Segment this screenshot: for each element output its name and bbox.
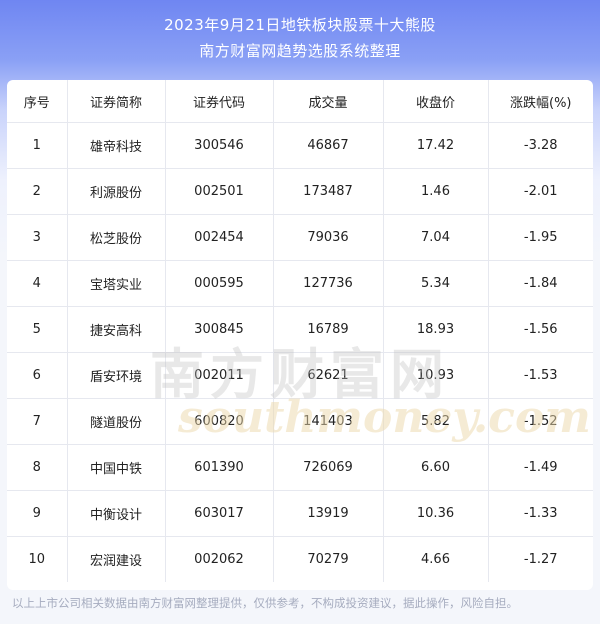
cell-volume: 16789	[273, 306, 384, 353]
cell-volume: 726069	[273, 444, 384, 491]
cell-change: -1.52	[488, 398, 593, 445]
cell-change: -1.95	[488, 214, 593, 261]
table-row: 4 宝塔实业 000595 127736 5.34 -1.84	[7, 260, 593, 307]
col-header-volume: 成交量	[273, 80, 384, 123]
cell-rank: 4	[7, 260, 68, 307]
cell-rank: 10	[7, 536, 68, 582]
stock-table-card: 序号 证券简称 证券代码 成交量 收盘价 涨跌幅(%) 1 雄帝科技 30054…	[7, 80, 593, 590]
cell-name: 中衡设计	[67, 490, 166, 537]
cell-volume: 62621	[273, 352, 384, 399]
col-header-name: 证券简称	[67, 80, 166, 123]
cell-volume: 70279	[273, 536, 384, 582]
cell-change: -3.28	[488, 122, 593, 169]
page-title: 2023年9月21日地铁板块股票十大熊股	[164, 16, 436, 34]
cell-code: 002454	[165, 214, 274, 261]
cell-rank: 9	[7, 490, 68, 537]
table-row: 1 雄帝科技 300546 46867 17.42 -3.28	[7, 122, 593, 169]
cell-rank: 3	[7, 214, 68, 261]
cell-change: -1.33	[488, 490, 593, 537]
stock-table: 序号 证券简称 证券代码 成交量 收盘价 涨跌幅(%) 1 雄帝科技 30054…	[7, 80, 593, 582]
cell-close: 5.34	[383, 260, 489, 307]
cell-volume: 127736	[273, 260, 384, 307]
cell-close: 4.66	[383, 536, 489, 582]
cell-code: 002011	[165, 352, 274, 399]
cell-rank: 6	[7, 352, 68, 399]
page-header: 2023年9月21日地铁板块股票十大熊股 南方财富网趋势选股系统整理	[0, 0, 600, 80]
footer-disclaimer: 以上上市公司相关数据由南方财富网整理提供，仅供参考，不构成投资建议，据此操作，风…	[12, 596, 518, 610]
cell-rank: 5	[7, 306, 68, 353]
cell-code: 601390	[165, 444, 274, 491]
cell-code: 002062	[165, 536, 274, 582]
cell-change: -1.27	[523, 552, 558, 567]
col-header-code: 证券代码	[165, 80, 274, 123]
page-subtitle: 南方财富网趋势选股系统整理	[199, 42, 401, 60]
cell-code: 300845	[165, 306, 274, 353]
cell-close: 18.93	[383, 306, 489, 353]
cell-close: 17.42	[383, 122, 489, 169]
cell-name: 隧道股份	[67, 398, 166, 445]
cell-change: -1.53	[488, 352, 593, 399]
cell-change: -1.56	[488, 306, 593, 353]
cell-rank: 8	[7, 444, 68, 491]
cell-code: 300546	[165, 122, 274, 169]
table-row: 3 松芝股份 002454 79036 7.04 -1.95	[7, 214, 593, 261]
cell-volume: 13919	[273, 490, 384, 537]
table-row: 6 盾安环境 002011 62621 10.93 -1.53	[7, 352, 593, 399]
cell-volume: 46867	[273, 122, 384, 169]
cell-close: 10.93	[383, 352, 489, 399]
col-header-close: 收盘价	[383, 80, 489, 123]
cell-volume: 141403	[273, 398, 384, 445]
cell-volume: 173487	[273, 168, 384, 215]
cell-name: 宝塔实业	[67, 260, 166, 307]
cell-change: -2.01	[488, 168, 593, 215]
cell-code: 000595	[165, 260, 274, 307]
cell-close: 5.82	[383, 398, 489, 445]
cell-change: -1.84	[488, 260, 593, 307]
cell-close: 1.46	[383, 168, 489, 215]
cell-name: 雄帝科技	[67, 122, 166, 169]
table-header-row: 序号 证券简称 证券代码 成交量 收盘价 涨跌幅(%)	[7, 80, 593, 123]
cell-close: 6.60	[383, 444, 489, 491]
cell-name: 中国中铁	[67, 444, 166, 491]
table-row: 9 中衡设计 603017 13919 10.36 -1.33	[7, 490, 593, 537]
table-row: 5 捷安高科 300845 16789 18.93 -1.56	[7, 306, 593, 353]
table-row: 10 宏润建设 002062 70279 4.66 -1.27	[7, 536, 593, 582]
col-header-change: 涨跌幅(%)	[488, 80, 593, 123]
cell-rank: 1	[7, 122, 68, 169]
cell-code: 603017	[165, 490, 274, 537]
cell-rank: 7	[7, 398, 68, 445]
cell-name: 捷安高科	[67, 306, 166, 353]
table-row: 7 隧道股份 600820 141403 5.82 -1.52	[7, 398, 593, 445]
col-header-rank: 序号	[7, 80, 68, 123]
cell-name: 盾安环境	[67, 352, 166, 399]
cell-close: 7.04	[383, 214, 489, 261]
cell-rank: 2	[7, 168, 68, 215]
cell-name: 利源股份	[67, 168, 166, 215]
cell-code: 600820	[165, 398, 274, 445]
table-row: 2 利源股份 002501 173487 1.46 -2.01	[7, 168, 593, 215]
cell-code: 002501	[165, 168, 274, 215]
cell-change: -1.49	[488, 444, 593, 491]
cell-name: 宏润建设	[67, 536, 166, 582]
cell-name: 松芝股份	[67, 214, 166, 261]
table-row: 8 中国中铁 601390 726069 6.60 -1.49	[7, 444, 593, 491]
cell-volume: 79036	[273, 214, 384, 261]
cell-close: 10.36	[383, 490, 489, 537]
